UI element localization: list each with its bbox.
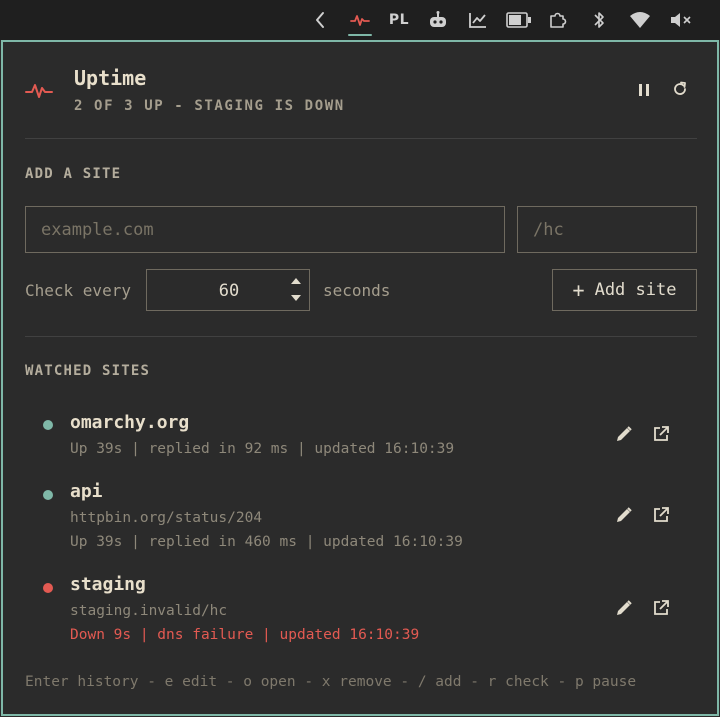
bluetooth-icon[interactable]	[588, 0, 610, 40]
site-status-line: Down 9s | dns failure | updated 16:10:39	[70, 627, 420, 643]
wifi-icon[interactable]	[626, 0, 654, 40]
plus-icon: +	[572, 278, 585, 302]
keyboard-hints: Enter history - e edit - o open - x remo…	[25, 674, 637, 690]
panel-header: Uptime 2 OF 3 UP - STAGING IS DOWN	[3, 42, 717, 138]
site-detail: staging.invalid/hc	[70, 603, 228, 619]
language-indicator[interactable]: PL	[386, 0, 412, 40]
seconds-label: seconds	[323, 281, 391, 300]
divider	[25, 336, 697, 337]
pulse-icon	[25, 80, 53, 104]
language-label: PL	[388, 12, 410, 28]
site-url-input[interactable]	[25, 206, 505, 253]
external-link-icon	[654, 507, 669, 522]
interval-stepper[interactable]: 60	[146, 269, 310, 311]
system-bar: PL	[0, 0, 720, 40]
site-detail: httpbin.org/status/204	[70, 510, 263, 526]
chart-icon[interactable]	[466, 0, 490, 40]
edit-button[interactable]	[613, 423, 635, 445]
open-external-button[interactable]	[650, 597, 672, 619]
check-every-label: Check every	[25, 281, 131, 300]
site-status-line: Up 39s | replied in 460 ms | updated 16:…	[70, 534, 463, 550]
divider	[25, 138, 697, 139]
add-site-label: ADD A SITE	[25, 166, 122, 182]
interval-value: 60	[218, 281, 240, 301]
site-name: omarchy.org	[70, 412, 190, 433]
edit-button[interactable]	[613, 597, 635, 619]
pulse-icon[interactable]	[346, 0, 374, 40]
status-dot-up	[43, 490, 53, 500]
pause-button[interactable]	[633, 80, 655, 102]
add-site-button[interactable]: + Add site	[552, 269, 697, 311]
status-summary: 2 OF 3 UP - STAGING IS DOWN	[74, 98, 345, 114]
external-link-icon	[654, 426, 669, 441]
chevron-left-icon[interactable]	[308, 0, 332, 40]
page-title: Uptime	[74, 66, 147, 90]
pencil-icon	[617, 600, 632, 615]
puzzle-icon[interactable]	[546, 0, 570, 40]
status-dot-down	[43, 583, 53, 593]
open-external-button[interactable]	[650, 504, 672, 526]
increment-button[interactable]	[289, 275, 303, 287]
uptime-panel: Uptime 2 OF 3 UP - STAGING IS DOWN ADD A…	[1, 40, 719, 716]
refresh-icon	[672, 81, 688, 101]
robot-icon[interactable]	[426, 0, 450, 40]
site-status-line: Up 39s | replied in 92 ms | updated 16:1…	[70, 441, 455, 457]
site-name: staging	[70, 574, 146, 595]
add-site-button-label: Add site	[594, 280, 677, 300]
status-dot-up	[43, 420, 53, 430]
decrement-button[interactable]	[289, 292, 303, 304]
refresh-button[interactable]	[669, 80, 691, 102]
edit-button[interactable]	[613, 504, 635, 526]
watched-sites-label: WATCHED SITES	[25, 363, 151, 379]
open-external-button[interactable]	[650, 423, 672, 445]
volume-muted-icon[interactable]	[666, 0, 696, 40]
pause-icon	[638, 82, 650, 101]
site-name: api	[70, 481, 103, 502]
pencil-icon	[617, 426, 632, 441]
health-path-input[interactable]	[517, 206, 697, 253]
caret-down-icon	[291, 295, 301, 301]
caret-up-icon	[291, 278, 301, 284]
pencil-icon	[617, 507, 632, 522]
external-link-icon	[654, 600, 669, 615]
battery-icon[interactable]	[504, 0, 534, 40]
